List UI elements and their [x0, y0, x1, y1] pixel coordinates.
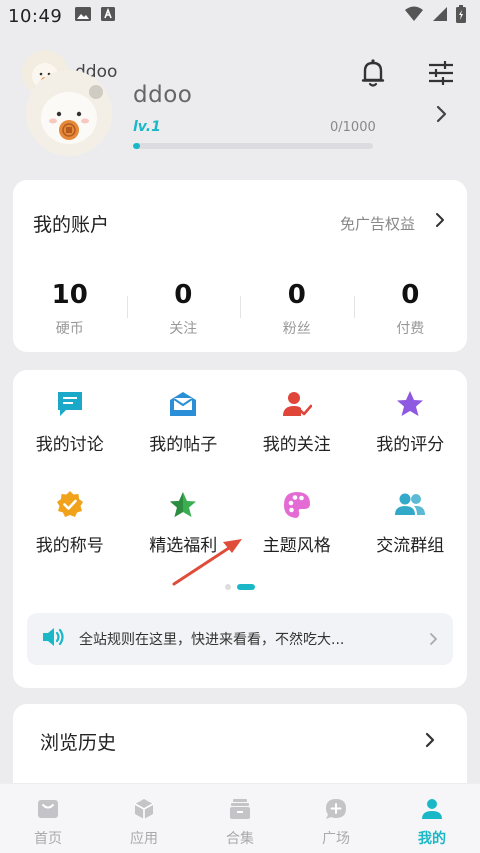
- account-title: 我的账户: [33, 214, 110, 236]
- stat-label: 关注: [169, 321, 198, 337]
- badge-icon: [54, 489, 86, 521]
- bell-icon: [361, 59, 385, 87]
- menu-item-label: 主题风格: [262, 536, 331, 556]
- nav-apps[interactable]: 应用: [96, 784, 192, 853]
- status-time: 10:49: [8, 5, 63, 27]
- stat-label: 粉丝: [282, 321, 311, 337]
- nav-collections[interactable]: 合集: [192, 784, 288, 853]
- keyboard-app-icon: [100, 6, 116, 26]
- menu-item-welfare[interactable]: 精选福利: [127, 489, 241, 556]
- level-progress-bar: [133, 143, 373, 149]
- level-progress-fill: [133, 143, 141, 149]
- menu-item-label: 我的讨论: [35, 435, 104, 455]
- menu-pager: [225, 584, 255, 590]
- chevron-right-icon: [423, 730, 437, 750]
- announcement-bar[interactable]: 全站规则在这里，快进来看看，不然吃大...: [27, 613, 453, 665]
- history-title: 浏览历史: [40, 732, 117, 754]
- menu-item-label: 我的评分: [376, 435, 445, 455]
- avatar[interactable]: [26, 70, 112, 156]
- status-bar: 10:49: [0, 0, 480, 32]
- menu-card: 我的讨论 我的帖子 我的关注 我的评分 我的称号 精选福利 主题风格 交流群组 …: [13, 370, 467, 688]
- nav-label: 合集: [226, 831, 254, 847]
- battery-icon: [456, 5, 466, 27]
- bottom-nav: 首页 应用 合集 广场 我的: [0, 783, 480, 853]
- level-label: lv.1: [133, 119, 161, 135]
- nav-square[interactable]: 广场: [288, 784, 384, 853]
- menu-item-theme[interactable]: 主题风格: [240, 489, 354, 556]
- menu-item-ratings[interactable]: 我的评分: [354, 388, 468, 455]
- menu-grid: 我的讨论 我的帖子 我的关注 我的评分 我的称号 精选福利 主题风格 交流群组: [13, 388, 467, 556]
- menu-item-label: 交流群组: [376, 536, 445, 556]
- notification-button[interactable]: [356, 56, 390, 90]
- nav-label: 应用: [130, 831, 158, 847]
- user-check-icon: [281, 388, 313, 420]
- star-icon: [394, 388, 426, 420]
- pager-dot-active[interactable]: [237, 584, 255, 590]
- stat-coins[interactable]: 10 硬币: [13, 278, 127, 338]
- person-icon: [419, 796, 445, 822]
- group-icon: [394, 489, 426, 521]
- nav-home[interactable]: 首页: [0, 784, 96, 853]
- gallery-icon: [74, 6, 92, 26]
- menu-item-discussions[interactable]: 我的讨论: [13, 388, 127, 455]
- menu-item-following[interactable]: 我的关注: [240, 388, 354, 455]
- mail-icon: [167, 388, 199, 420]
- stat-value: 10: [51, 280, 88, 310]
- cube-icon: [131, 796, 157, 822]
- stat-following[interactable]: 0 关注: [126, 278, 241, 338]
- settings-button[interactable]: [424, 56, 458, 90]
- account-stats: 10 硬币 0 关注 0 粉丝 0 付费: [13, 278, 467, 338]
- adfree-chevron-icon[interactable]: [433, 210, 447, 230]
- stat-label: 硬币: [55, 321, 84, 337]
- palette-icon: [281, 489, 313, 521]
- sliders-icon: [429, 61, 453, 85]
- pager-dot[interactable]: [225, 584, 231, 590]
- discussion-icon: [54, 388, 86, 420]
- stat-fans[interactable]: 0 粉丝: [240, 278, 354, 338]
- menu-item-label: 我的帖子: [149, 435, 218, 455]
- username: ddoo: [133, 82, 193, 108]
- stat-value: 0: [401, 280, 420, 310]
- menu-item-groups[interactable]: 交流群组: [354, 489, 468, 556]
- chevron-right-icon: [427, 631, 439, 647]
- nav-mine[interactable]: 我的: [384, 784, 480, 853]
- nav-label: 广场: [322, 831, 350, 847]
- chevron-right-icon: [436, 105, 447, 123]
- stat-label: 付费: [396, 321, 425, 337]
- stat-value: 0: [287, 280, 306, 310]
- menu-item-label: 我的关注: [262, 435, 331, 455]
- profile-chevron-button[interactable]: [432, 102, 452, 126]
- menu-item-label: 我的称号: [35, 536, 104, 556]
- account-card: 我的账户 免广告权益 10 硬币 0 关注 0 粉丝 0 付费: [13, 180, 467, 352]
- archive-icon: [227, 796, 253, 822]
- wifi-icon: [404, 6, 424, 26]
- menu-item-titles[interactable]: 我的称号: [13, 489, 127, 556]
- signal-icon: [432, 6, 448, 26]
- stat-value: 0: [174, 280, 193, 310]
- stat-paid[interactable]: 0 付费: [353, 278, 468, 338]
- menu-item-posts[interactable]: 我的帖子: [127, 388, 241, 455]
- nav-label: 首页: [34, 831, 62, 847]
- chat-plus-icon: [323, 796, 349, 822]
- menu-item-label: 精选福利: [149, 536, 218, 556]
- level-progress-text: 0/1000: [330, 120, 376, 135]
- adfree-link[interactable]: 免广告权益: [340, 213, 415, 234]
- nav-label: 我的: [418, 831, 446, 847]
- speaker-icon: [41, 626, 65, 652]
- welfare-star-icon: [167, 489, 199, 521]
- home-icon: [35, 796, 61, 822]
- announcement-text: 全站规则在这里，快进来看看，不然吃大...: [79, 632, 345, 648]
